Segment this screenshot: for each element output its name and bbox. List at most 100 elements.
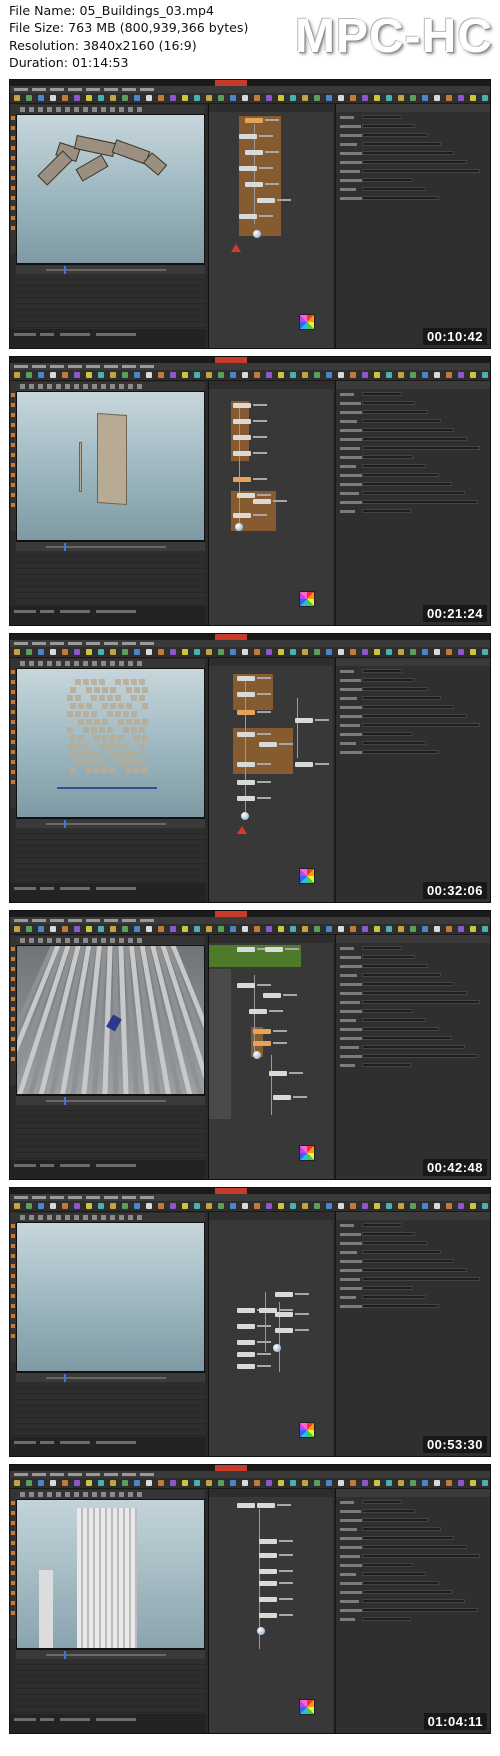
parameter-field[interactable]	[362, 1527, 441, 1531]
network-node[interactable]	[237, 1324, 255, 1329]
tool-icon[interactable]	[11, 690, 15, 694]
shelf-tool-icon[interactable]	[482, 1480, 488, 1486]
tool-icon[interactable]	[11, 1511, 15, 1515]
menu-item[interactable]	[50, 365, 64, 368]
menu-item[interactable]	[86, 642, 100, 645]
tool-icon[interactable]	[11, 1027, 15, 1031]
shelf-tool-icon[interactable]	[122, 1480, 128, 1486]
tool-icon[interactable]	[11, 1561, 15, 1565]
shelf-tool-icon[interactable]	[182, 372, 188, 378]
menu-item[interactable]	[50, 919, 64, 922]
tool-icon[interactable]	[11, 1304, 15, 1308]
network-node[interactable]	[295, 762, 313, 767]
shelf-tool-icon[interactable]	[158, 1203, 164, 1209]
shelf-tool-icon[interactable]	[62, 372, 68, 378]
tool-icon[interactable]	[11, 136, 15, 140]
network-node[interactable]	[269, 1071, 287, 1076]
shelf-tool-icon[interactable]	[74, 649, 80, 655]
viewport-option-icon[interactable]	[65, 661, 70, 666]
menu-item[interactable]	[68, 642, 82, 645]
shelf-tool-icon[interactable]	[278, 1203, 284, 1209]
shelf-tool-icon[interactable]	[62, 926, 68, 932]
parameter-field[interactable]	[362, 446, 480, 450]
menu-item[interactable]	[122, 365, 136, 368]
viewport-option-icon[interactable]	[65, 107, 70, 112]
shelf-tool-icon[interactable]	[50, 95, 56, 101]
shelf-tool-icon[interactable]	[146, 1480, 152, 1486]
viewport-option-icon[interactable]	[128, 938, 133, 943]
viewport-option-icon[interactable]	[101, 384, 106, 389]
viewport-option-icon[interactable]	[38, 938, 43, 943]
network-node[interactable]	[237, 983, 255, 988]
timeline-cursor[interactable]	[64, 543, 66, 551]
playbar[interactable]	[16, 541, 205, 551]
shelf-tool-icon[interactable]	[446, 649, 452, 655]
shelf-tool-icon[interactable]	[86, 1480, 92, 1486]
tool-icon[interactable]	[11, 967, 15, 971]
shelf-tool-icon[interactable]	[86, 95, 92, 101]
viewport-option-icon[interactable]	[38, 384, 43, 389]
menu-item[interactable]	[140, 642, 154, 645]
tool-icon[interactable]	[11, 493, 15, 497]
shelf-tool-icon[interactable]	[362, 1480, 368, 1486]
viewport-option-icon[interactable]	[38, 1492, 43, 1497]
shelf-tool-icon[interactable]	[194, 649, 200, 655]
viewport-option-icon[interactable]	[47, 107, 52, 112]
parameter-field[interactable]	[362, 1295, 426, 1299]
network-node[interactable]	[259, 742, 277, 747]
viewport-option-icon[interactable]	[20, 107, 25, 112]
shelf-tool-icon[interactable]	[374, 1203, 380, 1209]
shelf-tool-icon[interactable]	[254, 926, 260, 932]
shelf-tool-icon[interactable]	[182, 1480, 188, 1486]
tool-icon[interactable]	[11, 166, 15, 170]
shelf-tool-icon[interactable]	[398, 372, 404, 378]
shelf-tool-icon[interactable]	[62, 649, 68, 655]
network-node[interactable]	[237, 493, 255, 498]
shelf-tool-icon[interactable]	[206, 95, 212, 101]
tool-icon[interactable]	[11, 1571, 15, 1575]
shelf-tool-icon[interactable]	[410, 649, 416, 655]
viewport-option-icon[interactable]	[137, 107, 142, 112]
network-node[interactable]	[237, 762, 255, 767]
parameter-field[interactable]	[362, 1536, 454, 1540]
shelf-tool-icon[interactable]	[290, 1480, 296, 1486]
shelf-tool-icon[interactable]	[266, 1480, 272, 1486]
parameter-field[interactable]	[362, 696, 441, 700]
shelf-tool-icon[interactable]	[410, 372, 416, 378]
network-node[interactable]	[237, 1352, 255, 1357]
menu-item[interactable]	[32, 642, 46, 645]
menu-item[interactable]	[104, 919, 118, 922]
tool-icon[interactable]	[11, 1521, 15, 1525]
sphere-node-icon[interactable]	[257, 1627, 265, 1635]
shelf-tool-icon[interactable]	[218, 1480, 224, 1486]
shelf-tool-icon[interactable]	[410, 1203, 416, 1209]
sphere-node-icon[interactable]	[273, 1344, 281, 1352]
shelf-tool-icon[interactable]	[374, 1480, 380, 1486]
shelf-tool-icon[interactable]	[422, 649, 428, 655]
tool-icon[interactable]	[11, 473, 15, 477]
parameter-field[interactable]	[362, 491, 465, 495]
viewport-option-icon[interactable]	[65, 1492, 70, 1497]
viewport-option-icon[interactable]	[29, 384, 34, 389]
menu-item[interactable]	[32, 1196, 46, 1199]
network-node[interactable]	[259, 1597, 277, 1602]
viewport-option-icon[interactable]	[128, 107, 133, 112]
shelf-tool-icon[interactable]	[98, 372, 104, 378]
tool-icon[interactable]	[11, 1264, 15, 1268]
menu-item[interactable]	[140, 365, 154, 368]
shelf-tool-icon[interactable]	[290, 95, 296, 101]
parameter-field[interactable]	[362, 500, 478, 504]
parameter-field[interactable]	[362, 1554, 480, 1558]
shelf-tool-icon[interactable]	[254, 372, 260, 378]
timeline-cursor[interactable]	[64, 266, 66, 274]
shelf-tool-icon[interactable]	[218, 926, 224, 932]
shelf-tool-icon[interactable]	[38, 1480, 44, 1486]
shelf-tool-icon[interactable]	[50, 372, 56, 378]
parameter-field[interactable]	[362, 401, 415, 405]
color-palette-icon[interactable]	[299, 591, 315, 607]
shelf-tool-icon[interactable]	[362, 95, 368, 101]
viewport-option-icon[interactable]	[119, 384, 124, 389]
shelf-tool-icon[interactable]	[326, 1203, 332, 1209]
shelf-tool-icon[interactable]	[458, 95, 464, 101]
viewport-option-icon[interactable]	[74, 1492, 79, 1497]
